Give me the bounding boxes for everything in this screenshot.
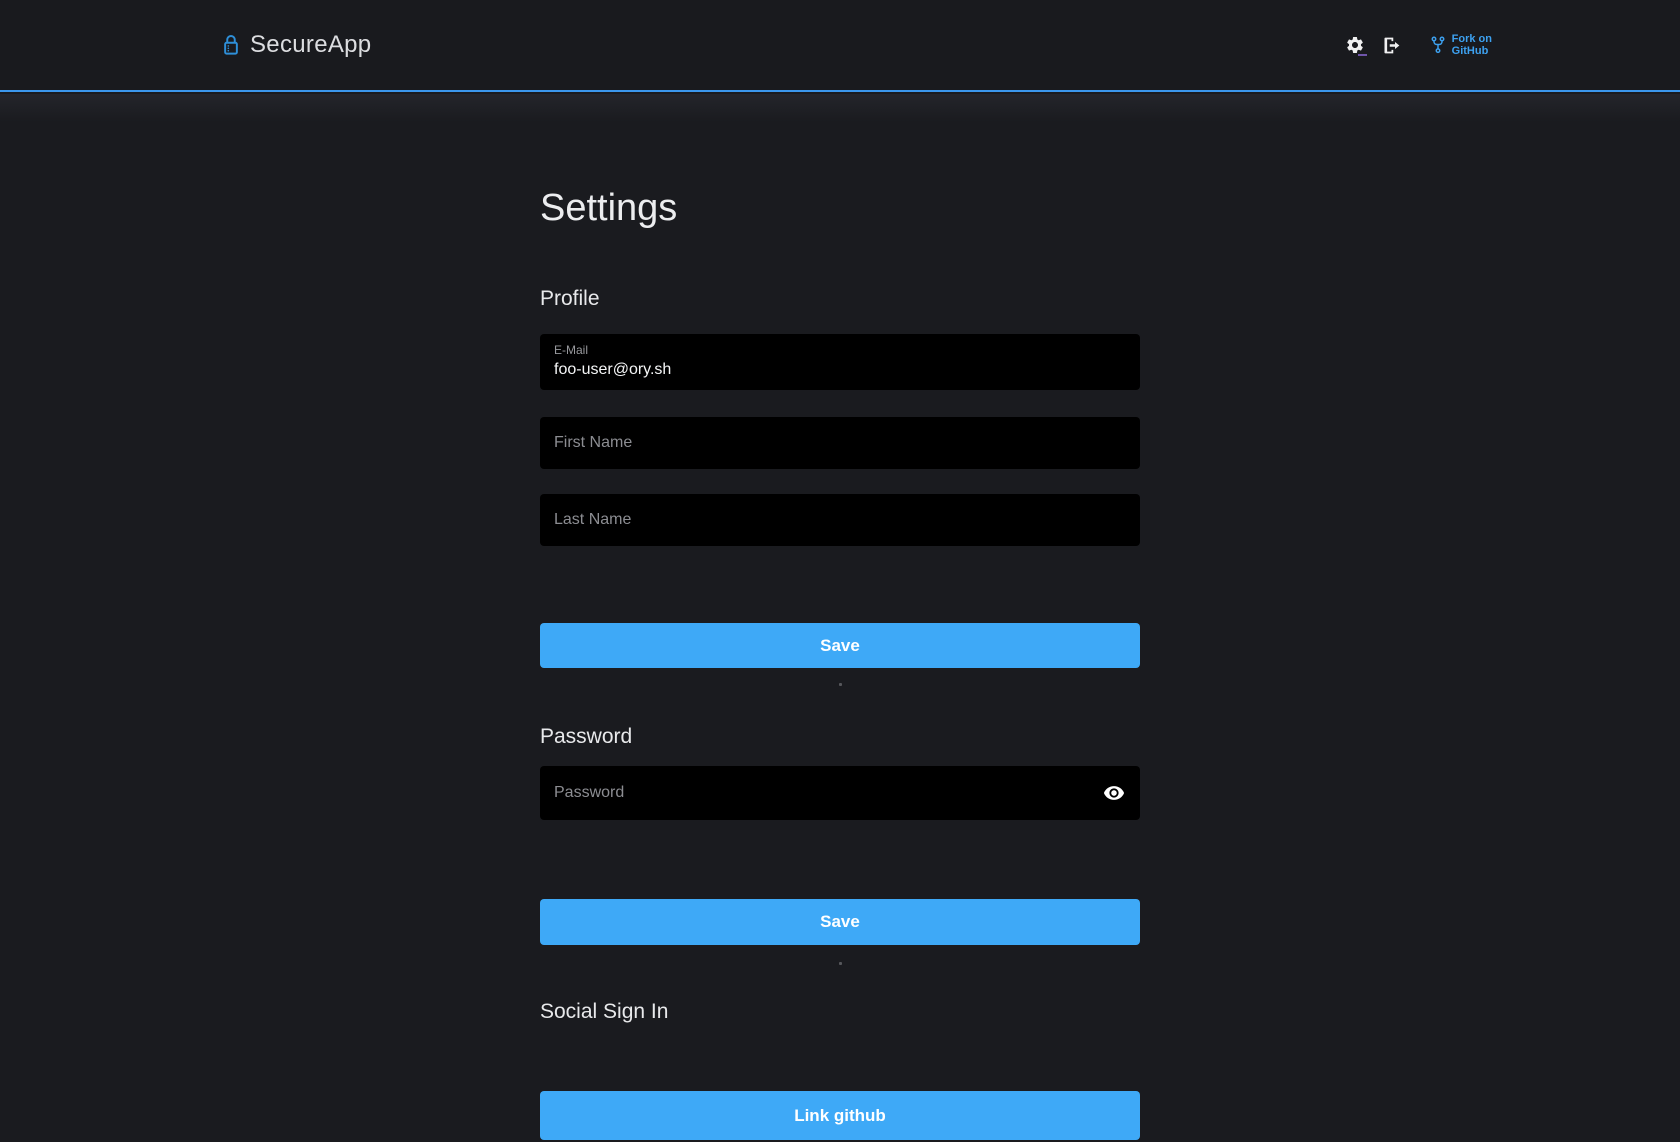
- navbar: SecureApp: [0, 0, 1680, 92]
- cursor-dash: [1358, 54, 1367, 56]
- link-github-button[interactable]: Link github: [540, 1091, 1140, 1140]
- brand-logo[interactable]: SecureApp: [222, 31, 371, 59]
- logout-icon: [1381, 35, 1402, 56]
- social-sign-in-heading: Social Sign In: [540, 998, 1140, 1025]
- profile-save-button[interactable]: Save: [540, 623, 1140, 668]
- navbar-glow: [0, 94, 1680, 122]
- navbar-actions: Fork on GitHub: [1344, 33, 1492, 57]
- profile-message-dot: [839, 683, 842, 686]
- email-label: E-Mail: [554, 343, 1126, 357]
- profile-section: Profile E-Mail Save: [540, 285, 1140, 686]
- profile-heading: Profile: [540, 285, 1140, 312]
- lock-icon: [222, 33, 240, 57]
- page-title: Settings: [540, 184, 1140, 232]
- fork-icon: [1430, 35, 1446, 55]
- fork-on-github-label: Fork on GitHub: [1452, 33, 1492, 57]
- first-name-input[interactable]: [540, 417, 1140, 469]
- settings-gear-button[interactable]: [1344, 33, 1366, 57]
- gear-icon: [1345, 35, 1365, 55]
- email-input[interactable]: [554, 357, 1126, 381]
- toggle-password-visibility-button[interactable]: [1101, 780, 1127, 806]
- settings-page: Settings Profile E-Mail Save Password Sa…: [540, 184, 1140, 1140]
- fork-on-github-link[interactable]: Fork on GitHub: [1430, 33, 1492, 57]
- password-section: Password Save: [540, 723, 1140, 965]
- email-field[interactable]: E-Mail: [540, 334, 1140, 390]
- password-heading: Password: [540, 723, 1140, 750]
- password-field[interactable]: [540, 766, 1140, 820]
- eye-icon: [1103, 782, 1125, 804]
- brand-title: SecureApp: [250, 31, 371, 59]
- last-name-input[interactable]: [540, 494, 1140, 546]
- password-input[interactable]: [540, 766, 1140, 820]
- password-message-dot: [839, 962, 842, 965]
- social-sign-in-section: Social Sign In Link github: [540, 998, 1140, 1140]
- password-save-button[interactable]: Save: [540, 899, 1140, 945]
- logout-button[interactable]: [1381, 33, 1403, 57]
